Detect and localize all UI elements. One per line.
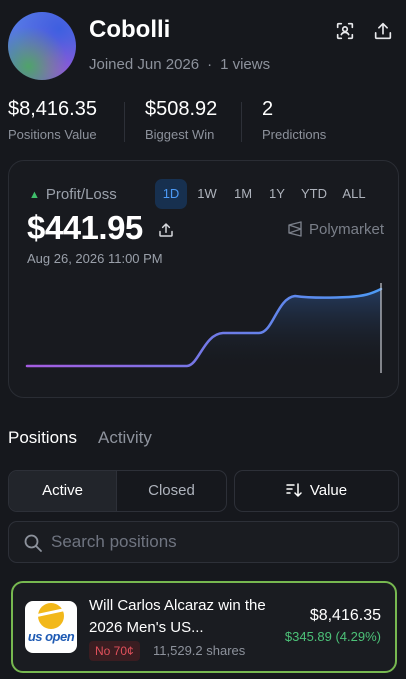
stat-label: Predictions [262,127,327,142]
tab-positions[interactable]: Positions [8,428,77,448]
filter-active-button[interactable]: Active [9,471,117,511]
pnl-value: $441.95 [27,209,143,246]
us-open-logo: us open [25,601,77,653]
filter-closed-button[interactable]: Closed [117,471,226,511]
profile-header: Cobolli Joined Jun 2026 · 1 views [0,0,406,95]
username: Cobolli [89,16,171,43]
stat-divider [124,102,125,142]
pnl-chart [25,283,383,373]
position-card[interactable]: us open Will Carlos Alcaraz win the 2026… [11,581,397,673]
range-1y[interactable]: 1Y [265,179,289,209]
stat-biggest-win: $508.92 Biggest Win [145,98,217,142]
stat-value: 2 [262,98,274,120]
joined-date: Joined Jun 2026 [89,56,200,73]
position-value: $8,416.35 [309,607,381,624]
stat-label: Positions Value [8,127,97,142]
stat-value: $508.92 [145,98,218,120]
profile-stats: $8,416.35 Positions Value $508.92 Bigges… [0,98,406,148]
stat-positions-value: $8,416.35 Positions Value [8,98,97,142]
polymarket-logo-icon [288,221,302,237]
search-bar [8,521,399,563]
search-input[interactable] [51,522,381,562]
stat-predictions: 2 Predictions [262,98,326,142]
range-1d[interactable]: 1D [155,179,187,209]
scan-icon[interactable] [334,20,356,42]
sort-value-button[interactable]: Value [234,470,399,512]
range-1w[interactable]: 1W [193,179,221,209]
stat-divider [241,102,242,142]
pnl-label: Profit/Loss [45,186,117,203]
range-all[interactable]: ALL [339,179,369,209]
range-ytd[interactable]: YTD [297,179,331,209]
outcome-badge: No 70¢ [89,641,140,661]
stat-value: $8,416.35 [8,98,97,120]
profile-meta: Joined Jun 2026 · 1 views [89,56,270,73]
pnl-header: ▲ Profit/Loss [29,186,117,203]
avatar[interactable] [8,12,76,80]
tennis-ball-icon [38,603,64,629]
status-filter: Active Closed [8,470,227,512]
position-shares: 11,529.2 shares [153,643,246,658]
sort-icon [286,483,302,497]
logo-text: us open [27,629,75,644]
share-icon[interactable] [372,20,394,42]
position-pnl: $345.89 (4.29%) [284,629,381,644]
separator-dot: · [207,56,213,73]
view-count: 1 views [220,56,271,73]
share-icon[interactable] [157,221,175,239]
position-title: Will Carlos Alcaraz win the 2026 Men's U… [89,597,266,636]
pnl-card: ▲ Profit/Loss 1D 1W 1M 1Y YTD ALL $441.95… [8,160,399,398]
source-polymarket: Polymarket [287,221,384,238]
search-icon [24,534,42,552]
stat-label: Biggest Win [145,127,215,142]
sort-label: Value [309,482,348,499]
range-1m[interactable]: 1M [229,179,257,209]
triangle-up-icon: ▲ [29,189,40,201]
tab-activity[interactable]: Activity [98,428,152,448]
source-label: Polymarket [309,221,385,238]
